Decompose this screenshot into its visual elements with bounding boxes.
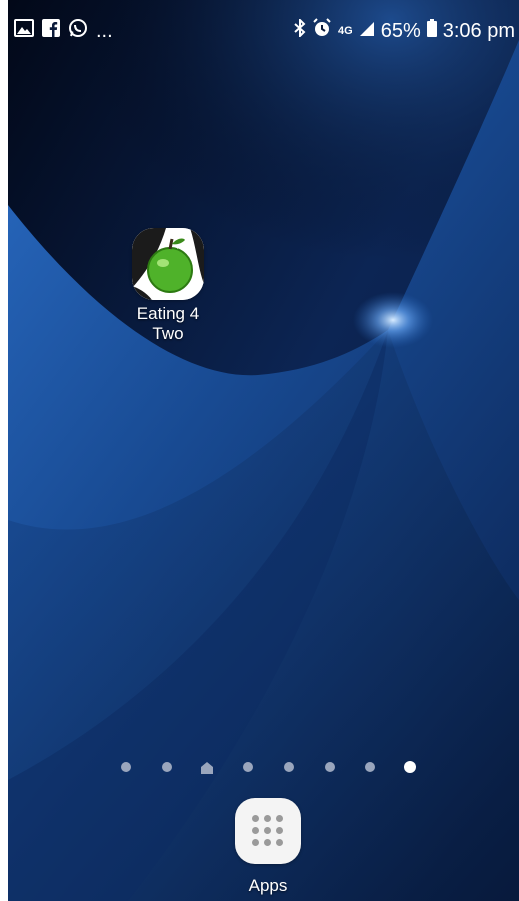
home-page-icon[interactable] xyxy=(201,761,213,774)
clock: 3:06 pm xyxy=(442,20,515,42)
page-indicator xyxy=(8,758,519,778)
notification-overflow: ... xyxy=(96,20,113,42)
app-label[interactable]: Eating 4 Two xyxy=(128,304,208,344)
alarm-icon xyxy=(312,18,332,44)
app-shortcut-eating-4-two[interactable]: Eating 4 Two xyxy=(128,228,208,344)
apps-button[interactable]: Apps xyxy=(234,798,302,896)
apps-grid-icon[interactable] xyxy=(235,798,301,864)
page-dot-1[interactable] xyxy=(121,762,131,772)
page-dot-2[interactable] xyxy=(162,762,172,772)
page-dot-6[interactable] xyxy=(325,762,335,772)
status-bar: ... 4G 65% 3:06 pm xyxy=(8,0,519,60)
network-type: 4G xyxy=(338,24,353,37)
battery-percent: 65% xyxy=(380,20,421,42)
green-apple-icon[interactable] xyxy=(132,228,204,300)
whatsapp-icon xyxy=(68,18,88,44)
app-label-line-1: Eating 4 xyxy=(136,304,200,323)
signal-icon xyxy=(359,20,375,43)
bluetooth-icon xyxy=(294,17,306,43)
home-screen: ... 4G 65% 3:06 pm Eating 4 Two Apps xyxy=(8,0,519,901)
facebook-icon xyxy=(42,19,60,43)
app-label-line-2: Two xyxy=(152,324,184,343)
page-dot-8-active[interactable] xyxy=(404,761,416,773)
gallery-icon xyxy=(14,19,34,43)
battery-icon xyxy=(426,19,437,43)
page-dot-5[interactable] xyxy=(284,762,294,772)
page-dot-4[interactable] xyxy=(243,762,253,772)
apps-label[interactable]: Apps xyxy=(234,876,302,896)
page-dot-7[interactable] xyxy=(365,762,375,772)
